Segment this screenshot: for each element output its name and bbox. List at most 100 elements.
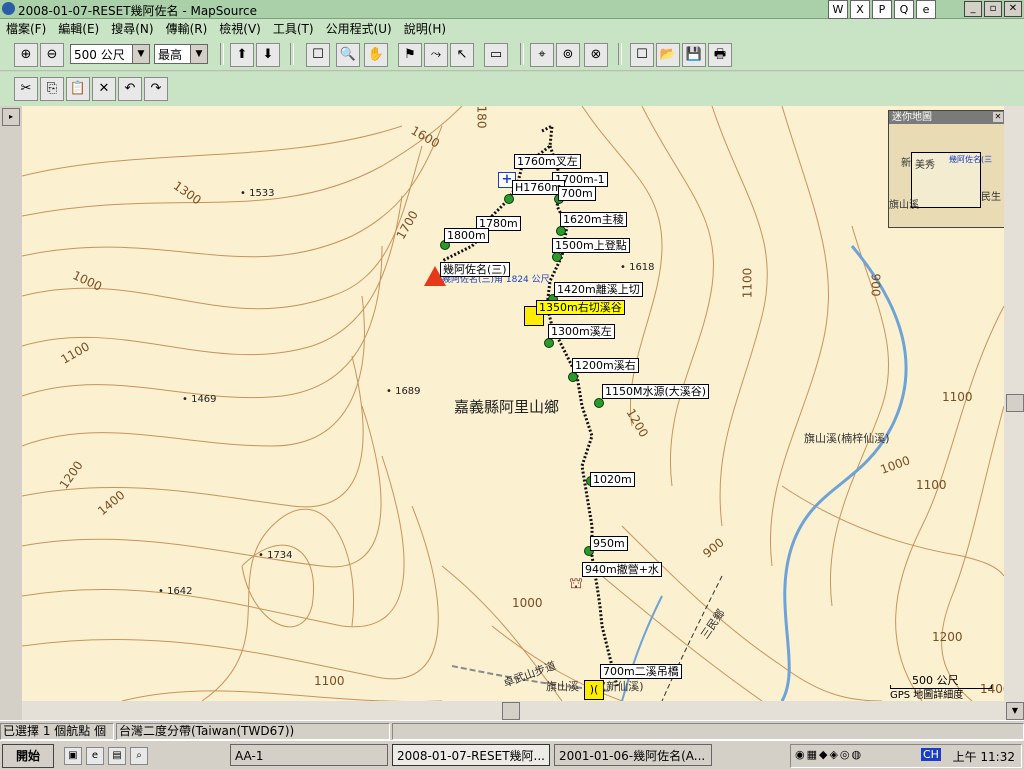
select-map-icon[interactable]: ☐ (306, 43, 330, 67)
close-icon[interactable]: ✕ (993, 112, 1003, 122)
waypoint-label[interactable]: 1800m (444, 228, 489, 243)
find-nearest-icon[interactable]: ⊚ (556, 43, 580, 67)
copy-icon[interactable]: ⎘ (40, 77, 64, 101)
peak-elevation: • 1734 (258, 550, 293, 561)
detail-value: 最高 (158, 48, 183, 62)
menu-utilities[interactable]: 公用程式(U) (320, 20, 398, 37)
menu-help[interactable]: 說明(H) (398, 20, 452, 37)
menu-file[interactable]: 檔案(F) (0, 20, 52, 37)
waypoint-marker[interactable] (556, 226, 566, 236)
send-to-device-icon[interactable]: ⬆ (230, 43, 254, 67)
chevron-down-icon[interactable]: ▼ (132, 45, 149, 63)
left-scrollbar[interactable]: ▸ (0, 106, 23, 720)
route-tool-icon[interactable]: ⤳ (424, 43, 448, 67)
cut-icon[interactable]: ✂ (14, 77, 38, 101)
waypoint-flag-icon[interactable]: ⚑ (398, 43, 422, 67)
waypoint-label[interactable]: 1300m溪左 (548, 324, 615, 339)
redo-icon[interactable]: ↷ (144, 77, 168, 101)
peak-value: 1469 (191, 394, 217, 405)
start-button[interactable]: 開始 (2, 744, 54, 768)
horizontal-scrollbar[interactable] (22, 701, 1004, 720)
mini-map-panel[interactable]: 迷你地圖 ✕ 美秀 新 幾阿佐名(三 民生 旗山溪 (888, 110, 1004, 228)
waypoint-label[interactable]: 1620m主稜 (560, 212, 627, 227)
scroll-left-arrow-icon[interactable]: ▸ (2, 108, 20, 126)
scale-select[interactable]: 500 公尺 ▼ (70, 44, 150, 64)
find-places-icon[interactable]: ⌖ (530, 43, 554, 67)
clock[interactable]: 上午 11:32 (953, 748, 1015, 765)
waypoint-label[interactable]: 950m (590, 536, 628, 551)
zoom-in-icon[interactable]: ⊕ (14, 43, 38, 67)
menu-view[interactable]: 檢視(V) (213, 20, 267, 37)
waypoint-label[interactable]: 1200m溪右 (572, 358, 639, 373)
zoom-tool-icon[interactable]: 🔍 (336, 43, 360, 67)
excel-icon[interactable]: X (850, 0, 870, 19)
desktop-icon[interactable]: ▣ (64, 747, 82, 765)
menu-transfer[interactable]: 傳輸(R) (160, 20, 214, 37)
ie-icon[interactable]: e (916, 0, 936, 19)
search-icon[interactable]: Q (894, 0, 914, 19)
zoom-out-icon[interactable]: ⊖ (40, 43, 64, 67)
window-title: 2008-01-07-RESET幾阿佐名 - MapSource (18, 4, 258, 18)
waypoint-marker[interactable] (594, 398, 604, 408)
waypoint-marker[interactable] (544, 338, 554, 348)
search-icon[interactable]: ⌕ (130, 747, 148, 765)
waypoint-label[interactable]: 1150M水源(大溪谷) (602, 384, 710, 399)
open-file-icon[interactable]: 📂 (656, 43, 680, 67)
waypoint-label-selected[interactable]: 1350m右切溪谷 (536, 300, 625, 315)
taskbar-button[interactable]: 2001-01-06-幾阿佐名(A... (554, 744, 712, 766)
waypoint-marker[interactable] (504, 194, 514, 204)
waypoint-marker[interactable] (568, 372, 578, 382)
menu-tools[interactable]: 工具(T) (267, 20, 320, 37)
tray-icons[interactable]: ◉▦◆◈◎◍ (795, 748, 863, 761)
print-icon[interactable]: 🖶 (708, 43, 732, 67)
waypoint-marker[interactable] (552, 252, 562, 262)
hand-pan-icon[interactable]: ✋ (364, 43, 388, 67)
waypoint-label[interactable]: 1500m上登點 (552, 238, 630, 253)
waypoint-label[interactable]: 700m (558, 186, 596, 201)
waypoint-label[interactable]: 1420m離溪上切 (554, 282, 643, 297)
paste-icon[interactable]: 📋 (66, 77, 90, 101)
chevron-down-icon[interactable]: ▼ (190, 45, 207, 63)
contour-label: 1100 (314, 674, 345, 688)
ie-icon[interactable]: e (86, 747, 104, 765)
taskbar-button[interactable]: AA-1 (230, 744, 388, 766)
close-button[interactable]: ✕ (1004, 1, 1022, 17)
find-address-icon[interactable]: ⊗ (584, 43, 608, 67)
contour-label: 1200 (932, 630, 963, 644)
peak-value: 1533 (249, 188, 275, 199)
vertical-scrollbar[interactable]: ▼ (1004, 106, 1024, 720)
peak-value: 1618 (629, 262, 655, 273)
receive-from-device-icon[interactable]: ⬇ (256, 43, 280, 67)
input-method-indicator[interactable]: CH (921, 748, 941, 761)
peak-elevation: • 1642 (158, 586, 193, 597)
measure-icon[interactable]: ▭ (484, 43, 508, 67)
waypoint-label[interactable]: 幾阿佐名(三) (440, 262, 510, 277)
mini-map-body: 美秀 新 幾阿佐名(三 民生 旗山溪 (889, 124, 1004, 227)
restore-button[interactable]: ▫ (984, 1, 1002, 17)
menu-edit[interactable]: 編輯(E) (52, 20, 105, 37)
waypoint-label[interactable]: 1760m叉左 (514, 154, 581, 169)
contour-label: 1000 (512, 596, 543, 610)
new-file-icon[interactable]: ☐ (630, 43, 654, 67)
save-icon[interactable]: 💾 (682, 43, 706, 67)
select-arrow-icon[interactable]: ↖ (450, 43, 474, 67)
waypoint-label[interactable]: 700m二溪吊橋 (600, 664, 682, 679)
detail-select[interactable]: 最高 ▼ (154, 44, 208, 64)
mapsource-app-icon[interactable] (2, 2, 15, 15)
menu-search[interactable]: 搜尋(N) (105, 20, 159, 37)
waypoint-label[interactable]: 940m撤營+水 (582, 562, 662, 577)
bridge-icon[interactable]: )( (584, 680, 604, 700)
word-icon[interactable]: W (828, 0, 848, 19)
taskbar-button-active[interactable]: 2008-01-07-RESET幾阿... (392, 744, 550, 766)
contour-label: 900 (868, 273, 883, 297)
waypoint-label[interactable]: 1020m (590, 472, 635, 487)
scroll-down-arrow-icon[interactable]: ▼ (1006, 702, 1024, 720)
minimize-button[interactable]: _ (964, 1, 982, 17)
powerpoint-icon[interactable]: P (872, 0, 892, 19)
explorer-icon[interactable]: ▤ (108, 747, 126, 765)
delete-icon[interactable]: ✕ (92, 77, 116, 101)
scroll-thumb[interactable] (502, 702, 520, 720)
topo-map-canvas[interactable]: 1600 1300 1700 1000 1100 1200 1400 1100 … (22, 106, 1004, 701)
scroll-thumb[interactable] (1006, 394, 1024, 412)
undo-icon[interactable]: ↶ (118, 77, 142, 101)
